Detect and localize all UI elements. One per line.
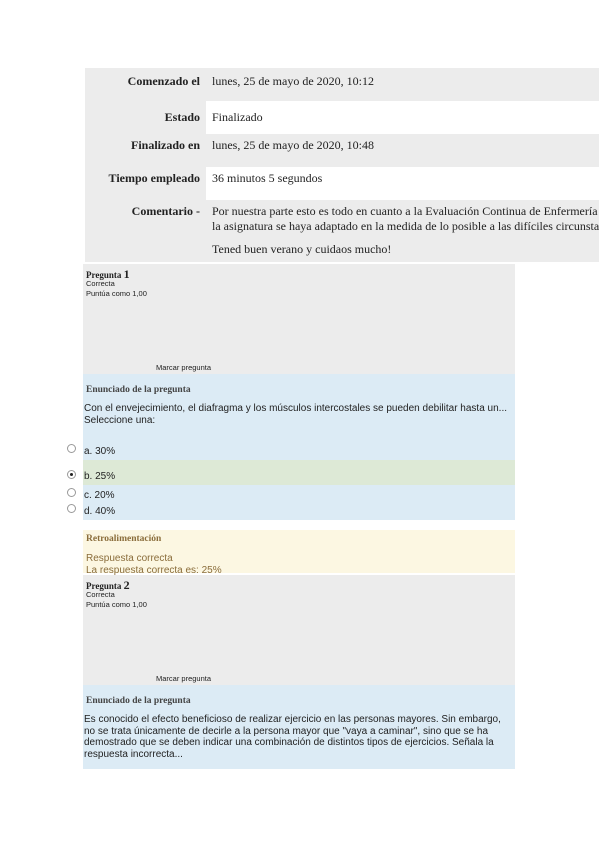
comment-line-2: la asignatura se haya adaptado en la med… bbox=[212, 219, 599, 233]
summary-row-finished: Finalizado en lunes, 25 de mayo de 2020,… bbox=[85, 134, 599, 167]
finished-value: lunes, 25 de mayo de 2020, 10:48 bbox=[212, 138, 374, 152]
radio-option-a[interactable] bbox=[67, 444, 76, 453]
question-2-info: Pregunta 2 Correcta Puntúa como 1,00 Mar… bbox=[83, 575, 515, 685]
question-1-text: Con el envejecimiento, el diafragma y lo… bbox=[84, 403, 508, 414]
question-1-state: Correcta bbox=[86, 279, 115, 288]
answer-option-a[interactable]: a. 30% bbox=[67, 444, 515, 460]
option-c-label: c. 20% bbox=[84, 490, 115, 501]
comment-value: Por nuestra parte esto es todo en cuanto… bbox=[206, 204, 599, 257]
attempt-summary: Comenzado el lunes, 25 de mayo de 2020, … bbox=[85, 68, 599, 262]
radio-option-b[interactable] bbox=[67, 470, 76, 479]
question-1-info: Pregunta 1 Correcta Puntúa como 1,00 Mar… bbox=[83, 264, 515, 374]
summary-row-state: Estado Finalizado bbox=[85, 101, 599, 134]
question-1-grade: Puntúa como 1,00 bbox=[86, 289, 147, 298]
state-label: Estado bbox=[164, 110, 200, 124]
answer-option-b[interactable]: b. 25% bbox=[67, 460, 515, 485]
question-2-header: Enunciado de la pregunta bbox=[86, 696, 191, 706]
feedback-block: Retroalimentación Respuesta correcta La … bbox=[83, 530, 515, 576]
question-2-text-block: Enunciado de la pregunta Es conocido el … bbox=[83, 685, 515, 769]
question-number: 2 bbox=[123, 578, 130, 592]
summary-row-started: Comenzado el lunes, 25 de mayo de 2020, … bbox=[85, 68, 599, 101]
time-label: Tiempo empleado bbox=[85, 167, 206, 200]
flag-question-1-link[interactable]: Marcar pregunta bbox=[156, 363, 211, 372]
started-label: Comenzado el bbox=[127, 74, 200, 88]
summary-row-time: Tiempo empleado 36 minutos 5 segundos bbox=[85, 167, 599, 200]
comment-label: Comentario - bbox=[131, 204, 200, 218]
summary-row-comment: Comentario - Por nuestra parte esto es t… bbox=[85, 200, 599, 262]
flag-question-2-link[interactable]: Marcar pregunta bbox=[156, 674, 211, 683]
question-1-text-block: Enunciado de la pregunta Con el envejeci… bbox=[83, 374, 515, 446]
comment-line-3: Tened buen verano y cuidaos mucho! bbox=[212, 242, 392, 256]
radio-option-d[interactable] bbox=[67, 504, 76, 513]
question-1-prompt: Seleccione una: bbox=[84, 414, 156, 426]
option-a-label: a. 30% bbox=[84, 446, 116, 457]
option-d-label: d. 40% bbox=[84, 506, 116, 517]
comment-line-1: Por nuestra parte esto es todo en cuanto… bbox=[212, 204, 598, 218]
answer-option-d[interactable]: d. 40% bbox=[67, 503, 515, 520]
finished-label: Finalizado en bbox=[130, 138, 200, 152]
state-value: Finalizado bbox=[206, 101, 599, 134]
question-number: 1 bbox=[123, 267, 130, 281]
feedback-line-1: Respuesta correcta bbox=[86, 553, 173, 564]
time-value: 36 minutos 5 segundos bbox=[212, 171, 323, 185]
question-2-state: Correcta bbox=[86, 590, 115, 599]
radio-option-c[interactable] bbox=[67, 488, 76, 497]
question-1-header: Enunciado de la pregunta bbox=[86, 385, 191, 395]
question-2-grade: Puntúa como 1,00 bbox=[86, 600, 147, 609]
question-2-text: Es conocido el efecto beneficioso de rea… bbox=[84, 714, 501, 760]
answer-option-c[interactable]: c. 20% bbox=[67, 485, 515, 503]
option-b-label: b. 25% bbox=[84, 471, 116, 482]
started-value: lunes, 25 de mayo de 2020, 10:12 bbox=[206, 74, 599, 89]
feedback-header: Retroalimentación bbox=[86, 534, 162, 544]
